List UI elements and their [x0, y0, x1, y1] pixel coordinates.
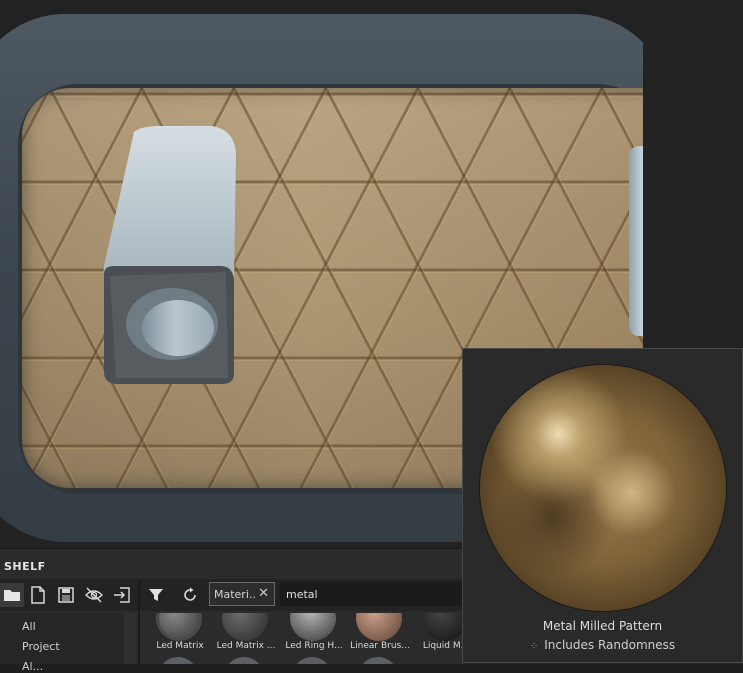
right-mesh-edge	[629, 146, 643, 336]
thumbnail-label: Led Matrix ...	[216, 641, 276, 651]
linear-brushed-preview	[356, 613, 402, 641]
thumbnail-item[interactable]: Linear Brus...	[348, 613, 412, 664]
led-matrix-2-preview	[222, 613, 268, 641]
shelf-title: SHELF	[4, 560, 46, 573]
filter-icon[interactable]	[144, 583, 168, 607]
material-preview-tooltip: Metal Milled Pattern ⁘ Includes Randomnes…	[462, 348, 743, 663]
thumbnail-item[interactable]: Led Matrix	[148, 613, 212, 664]
material-thumbnail-grid: Led Matrix Led Matrix ... Led Ring H... …	[148, 613, 468, 664]
led-ring-preview	[290, 613, 336, 641]
filter-chip-label: Materi..	[214, 587, 256, 601]
material-filter-chip[interactable]: Materi.. ✕	[209, 582, 275, 606]
visibility-off-icon[interactable]	[82, 583, 106, 607]
category-scrollbar[interactable]	[124, 613, 136, 664]
category-item-all[interactable]: All	[22, 620, 36, 633]
new-item-icon[interactable]	[26, 583, 50, 607]
category-item-partial[interactable]: Al...	[22, 660, 43, 673]
preview-tag: ⁘ Includes Randomness	[463, 638, 742, 652]
import-icon[interactable]	[110, 583, 134, 607]
tube-mesh	[103, 126, 236, 384]
thumbnail-item[interactable]: Led Matrix ...	[214, 613, 278, 664]
material-preview-sphere	[480, 365, 726, 611]
search-input[interactable]	[280, 582, 480, 606]
randomness-icon: ⁘	[529, 641, 539, 652]
preview-tag-label: Includes Randomness	[544, 638, 676, 652]
category-list: All Project Al...	[0, 613, 124, 673]
folder-icon[interactable]	[0, 583, 24, 607]
category-item-project[interactable]: Project	[22, 640, 60, 653]
thumbnail-label: Linear Brus...	[350, 641, 410, 651]
thumbnail-item[interactable]: Liquid M...	[414, 613, 468, 664]
shelf-divider	[138, 581, 140, 664]
preview-material-name: Metal Milled Pattern	[542, 619, 663, 633]
thumbnail-label: Led Ring H...	[285, 641, 343, 651]
close-icon[interactable]: ✕	[258, 586, 269, 601]
thumbnail-item[interactable]: Led Ring H...	[282, 613, 346, 664]
thumbnail-label: Liquid M...	[422, 641, 468, 651]
reset-icon[interactable]	[178, 583, 202, 607]
save-icon[interactable]	[54, 583, 78, 607]
led-matrix-preview	[156, 613, 202, 641]
thumbnail-label: Led Matrix	[156, 641, 204, 651]
